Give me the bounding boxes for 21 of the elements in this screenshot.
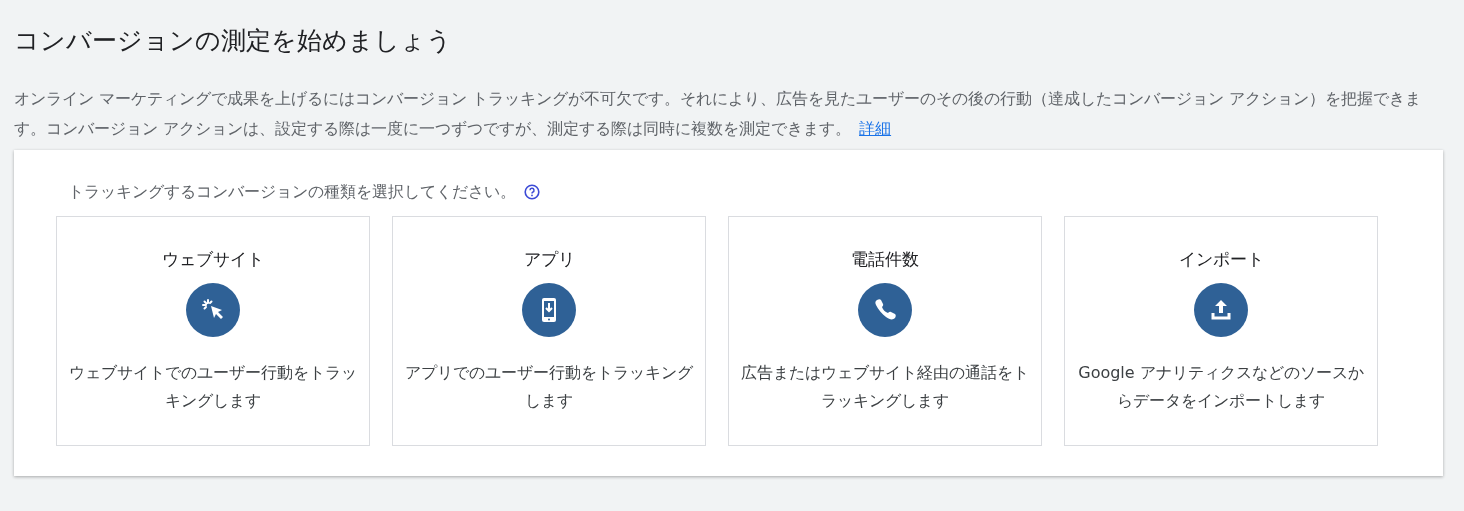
phone-app-icon [522,282,576,337]
upload-icon [1194,282,1248,337]
option-description: ウェブサイトでのユーザー行動をトラッキングします [69,361,357,412]
page-title: コンバージョンの測定を始めましょう [14,26,453,56]
option-title: 電話件数 [851,248,919,271]
option-description: アプリでのユーザー行動をトラッキングします [405,361,693,412]
description-text: オンライン マーケティングで成果を上げるにはコンバージョン トラッキングが不可欠です。それにより、広告を見たユーザーのその後の行動（達成したコンバージョン アクション）を把握できます。コンバージョン アクションは、設定する際は一度に一つずつですが、測定する際は同時に複数を測定できます。 詳細 [14,88,1423,140]
option-title: インポート [1178,248,1264,271]
phone-icon [858,282,912,337]
option-title: アプリ [523,248,575,271]
conversion-type-option[interactable]: インポート Google アナリティクスなどのソースからデータをインポートします [1064,216,1378,446]
option-description: 広告またはウェブサイト経由の通話をトラッキングします [741,361,1029,412]
conversion-type-option[interactable]: ウェブサイト ウェブサイトでのユーザー行動をトラッキングします [56,216,370,446]
conversion-type-option[interactable]: 電話件数 広告またはウェブサイト経由の通話をトラッキングします [728,216,1042,446]
learn-more-link[interactable]: 詳細 [859,119,892,138]
option-description: Google アナリティクスなどのソースからデータをインポートします [1077,361,1365,412]
conversion-type-option[interactable]: アプリ アプリでのユーザー行動をトラッキングします [392,216,706,446]
help-icon[interactable] [524,184,540,200]
cursor-icon [186,282,240,337]
prompt-text: トラッキングするコンバージョンの種類を選択してください。 [68,181,516,203]
option-title: ウェブサイト [162,248,264,271]
